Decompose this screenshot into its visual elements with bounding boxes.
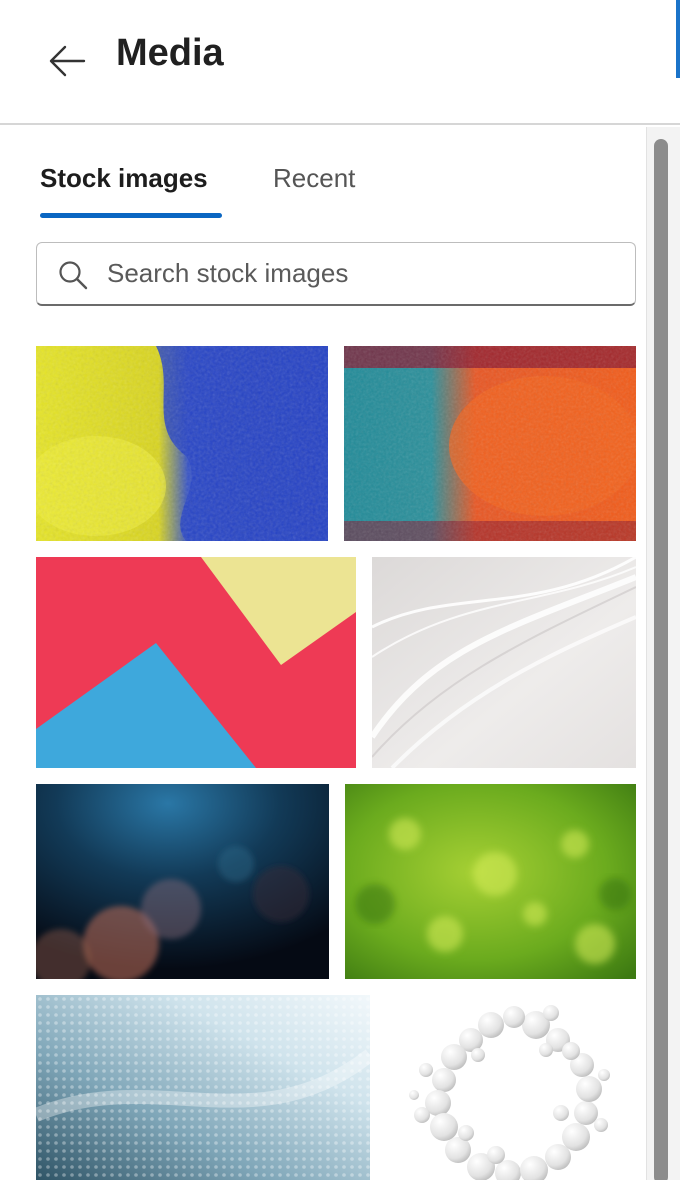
- selected-tab-indicator: [40, 213, 222, 218]
- arrow-left-icon[interactable]: [44, 38, 90, 84]
- stock-image-light-blue-texture[interactable]: [36, 995, 370, 1180]
- media-content: Stock images Recent: [0, 127, 646, 1180]
- tab-stock-images[interactable]: Stock images: [40, 163, 208, 194]
- stock-image-yellow-blue-powder[interactable]: [36, 346, 328, 541]
- stock-image-teal-orange-powder[interactable]: [344, 346, 636, 541]
- scrollbar-thumb[interactable]: [654, 139, 668, 1180]
- stock-image-red-yellow-blue-paper[interactable]: [36, 557, 356, 768]
- stock-image-green-bokeh[interactable]: [345, 784, 636, 979]
- search-box[interactable]: [36, 242, 636, 306]
- vertical-scrollbar[interactable]: [646, 127, 680, 1180]
- panel-header: Media: [0, 0, 680, 125]
- search-icon: [59, 261, 88, 290]
- page-title: Media: [116, 32, 224, 74]
- window-edge-accent: [676, 0, 680, 78]
- stock-image-white-spheres-ring[interactable]: [386, 995, 636, 1180]
- stock-image-white-waves[interactable]: [372, 557, 636, 768]
- search-input[interactable]: [107, 243, 627, 303]
- stock-image-dark-blue-bokeh[interactable]: [36, 784, 329, 979]
- tab-recent[interactable]: Recent: [273, 163, 355, 194]
